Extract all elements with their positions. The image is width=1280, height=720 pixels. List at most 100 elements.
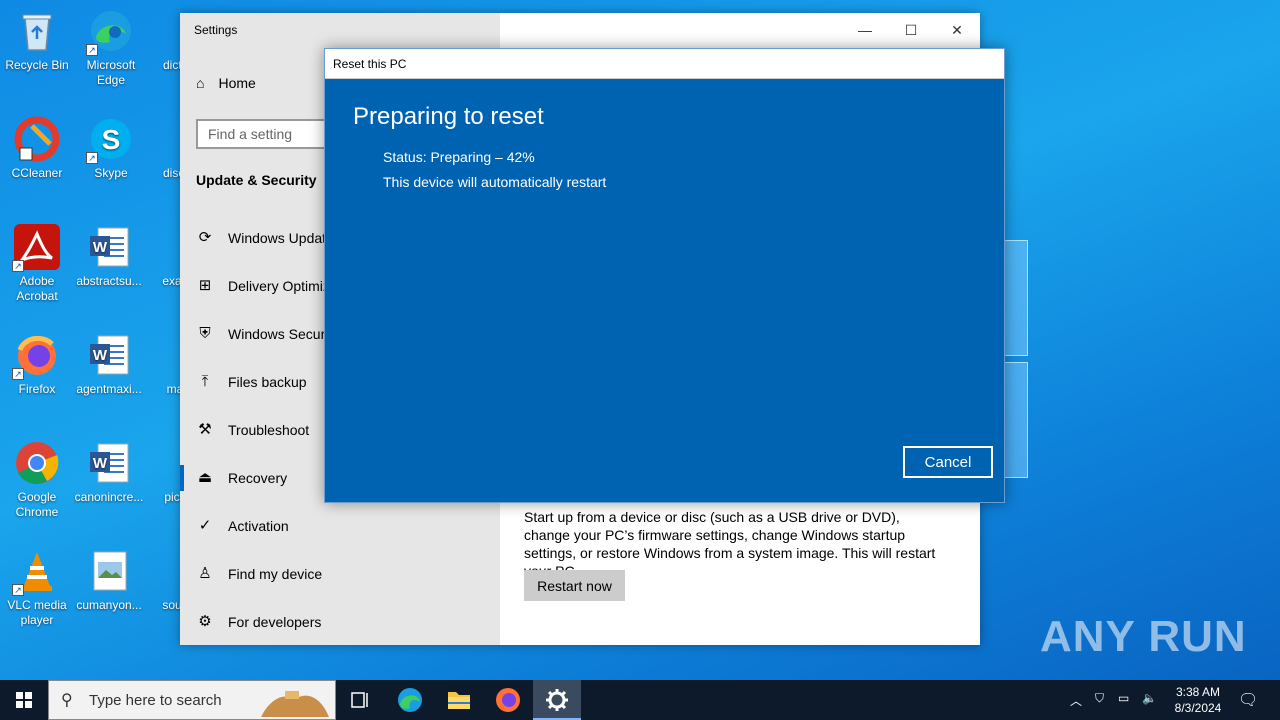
clock-time: 3:38 AM	[1175, 685, 1221, 699]
desktop-icon-label: Firefox	[18, 382, 56, 396]
task-view-icon	[351, 692, 368, 708]
nav-find-my-device[interactable]: ♙ Find my device	[196, 557, 496, 591]
nav-home[interactable]: ⌂ Home	[196, 75, 256, 91]
desktop-icon-microsoft-edge[interactable]: ↗ Microsoft Edge	[74, 8, 148, 88]
gear-icon	[546, 689, 568, 711]
adobe-acrobat-icon: ↗	[12, 224, 60, 272]
task-view-button[interactable]	[336, 680, 384, 720]
maximize-icon[interactable]: ☐	[888, 19, 934, 41]
nav-label: Recovery	[228, 470, 288, 486]
show-hidden-icons[interactable]: ︿	[1070, 692, 1082, 720]
desktop-icon-label: Recycle Bin	[5, 58, 69, 72]
vlc-icon: ↗	[12, 548, 60, 596]
taskbar-file-explorer[interactable]	[435, 680, 483, 720]
desktop-icon-word-doc[interactable]: W canonincre...	[72, 440, 146, 505]
nav-label: For developers	[228, 614, 322, 630]
svg-text:W: W	[93, 455, 108, 472]
svg-text:W: W	[93, 347, 108, 364]
sync-icon: ⟳	[198, 229, 212, 246]
nav-label: Find my device	[228, 566, 323, 582]
minimize-icon[interactable]: —	[842, 19, 888, 41]
search-highlight-image	[255, 683, 333, 719]
desktop-icon-label: Google Chrome	[15, 490, 59, 519]
clock-date: 8/3/2024	[1174, 701, 1222, 715]
home-icon: ⌂	[196, 75, 205, 91]
restart-now-button[interactable]: Restart now	[524, 570, 625, 601]
start-button[interactable]	[0, 680, 48, 720]
upload-icon: ⤒	[201, 373, 209, 390]
word-document-icon: W	[86, 332, 132, 378]
dialog-title: Reset this PC	[333, 57, 407, 71]
taskbar: ⚲ Type here to search ︿ ⛉ ▭ 🔈 3:38 AM 8/…	[0, 680, 1280, 720]
wrench-icon: ⚒	[198, 421, 212, 438]
defender-tray-icon[interactable]: ⛉	[1095, 691, 1104, 720]
image-file-icon	[86, 548, 132, 594]
reset-pc-dialog: Reset this PC Preparing to reset Status:…	[324, 48, 1005, 503]
taskbar-search-box[interactable]: ⚲ Type here to search	[48, 680, 336, 720]
window-title: Settings	[194, 23, 238, 37]
desktop-icon-label: canonincre...	[74, 490, 144, 504]
desktop-icon-ccleaner[interactable]: CCleaner	[0, 116, 74, 181]
nav-home-label: Home	[218, 75, 256, 91]
section-title: Update & Security	[196, 172, 317, 188]
desktop-icon-word-doc[interactable]: W agentmaxi...	[72, 332, 146, 397]
notifications-icon[interactable]: 🗨	[1238, 690, 1258, 720]
shield-icon: ⛨	[199, 325, 211, 342]
cancel-button[interactable]: Cancel	[903, 446, 993, 478]
nav-activation[interactable]: ✓ Activation	[196, 509, 496, 543]
desktop-icon-vlc[interactable]: ↗ VLC media player	[0, 548, 74, 628]
desktop-icon-label: cumanyon...	[76, 598, 142, 612]
desktop-icon-label: CCleaner	[11, 166, 63, 180]
desktop-icon-label: Microsoft Edge	[86, 58, 136, 87]
nav-label: Windows Update	[228, 230, 334, 246]
search-icon: ⚲	[61, 692, 73, 709]
svg-text:W: W	[93, 239, 108, 256]
nav-label: Files backup	[228, 374, 307, 390]
desktop-icon-word-doc[interactable]: W abstractsu...	[72, 224, 146, 289]
desktop-icon-skype[interactable]: S ↗ Skype	[74, 116, 148, 181]
folder-icon	[448, 692, 470, 709]
edge-icon: ↗	[86, 8, 134, 56]
firefox-icon	[496, 688, 520, 712]
dialog-heading: Preparing to reset	[353, 103, 544, 130]
skype-icon: S ↗	[86, 116, 134, 164]
desktop-icon-label: VLC media player	[7, 598, 67, 627]
reset-status: Status: Preparing – 42%	[383, 149, 535, 165]
nav-label: Windows Security	[228, 326, 340, 342]
windows-start-icon	[16, 692, 32, 708]
recovery-icon: ⏏	[197, 469, 213, 486]
desktop-icon-label: Adobe Acrobat	[16, 274, 58, 303]
developer-icon: ⚙	[198, 613, 212, 630]
restart-note: This device will automatically restart	[383, 174, 607, 190]
firefox-icon: ↗	[12, 332, 60, 380]
desktop-icon-adobe-acrobat[interactable]: ↗ Adobe Acrobat	[0, 224, 74, 304]
taskbar-firefox[interactable]	[484, 680, 532, 720]
chrome-icon	[14, 440, 60, 486]
ccleaner-icon	[14, 116, 60, 162]
word-document-icon: W	[86, 224, 132, 270]
taskbar-edge[interactable]	[386, 680, 434, 720]
nav-label: Activation	[228, 518, 289, 534]
word-document-icon: W	[86, 440, 132, 486]
person-location-icon: ♙	[198, 565, 212, 582]
desktop-icon-google-chrome[interactable]: Google Chrome	[0, 440, 74, 520]
delivery-icon: ⊞	[198, 277, 212, 294]
desktop-icon-firefox[interactable]: ↗ Firefox	[0, 332, 74, 397]
taskbar-clock[interactable]: 3:38 AM 8/3/2024	[1168, 684, 1228, 716]
volume-icon[interactable]: 🔈	[1142, 691, 1157, 720]
taskbar-settings[interactable]	[533, 680, 581, 720]
desktop-icon-label: Skype	[94, 166, 128, 180]
close-icon[interactable]: ✕	[934, 19, 980, 41]
anyrun-watermark: ANY RUN	[1040, 612, 1247, 661]
nav-for-developers[interactable]: ⚙ For developers	[196, 605, 496, 639]
recycle-bin-icon	[14, 8, 60, 54]
settings-titlebar: Settings — ☐ ✕	[180, 13, 980, 45]
svg-text:S: S	[102, 124, 121, 155]
desktop-icon-label: abstractsu...	[76, 274, 142, 288]
desktop-icon-recycle-bin[interactable]: Recycle Bin	[0, 8, 74, 73]
nav-label: Troubleshoot	[228, 422, 310, 438]
desktop-icon-image-file[interactable]: cumanyon...	[72, 548, 146, 613]
network-icon[interactable]: ▭	[1118, 691, 1129, 720]
dialog-titlebar: Reset this PC	[325, 49, 1004, 79]
search-placeholder: Type here to search	[89, 692, 222, 709]
